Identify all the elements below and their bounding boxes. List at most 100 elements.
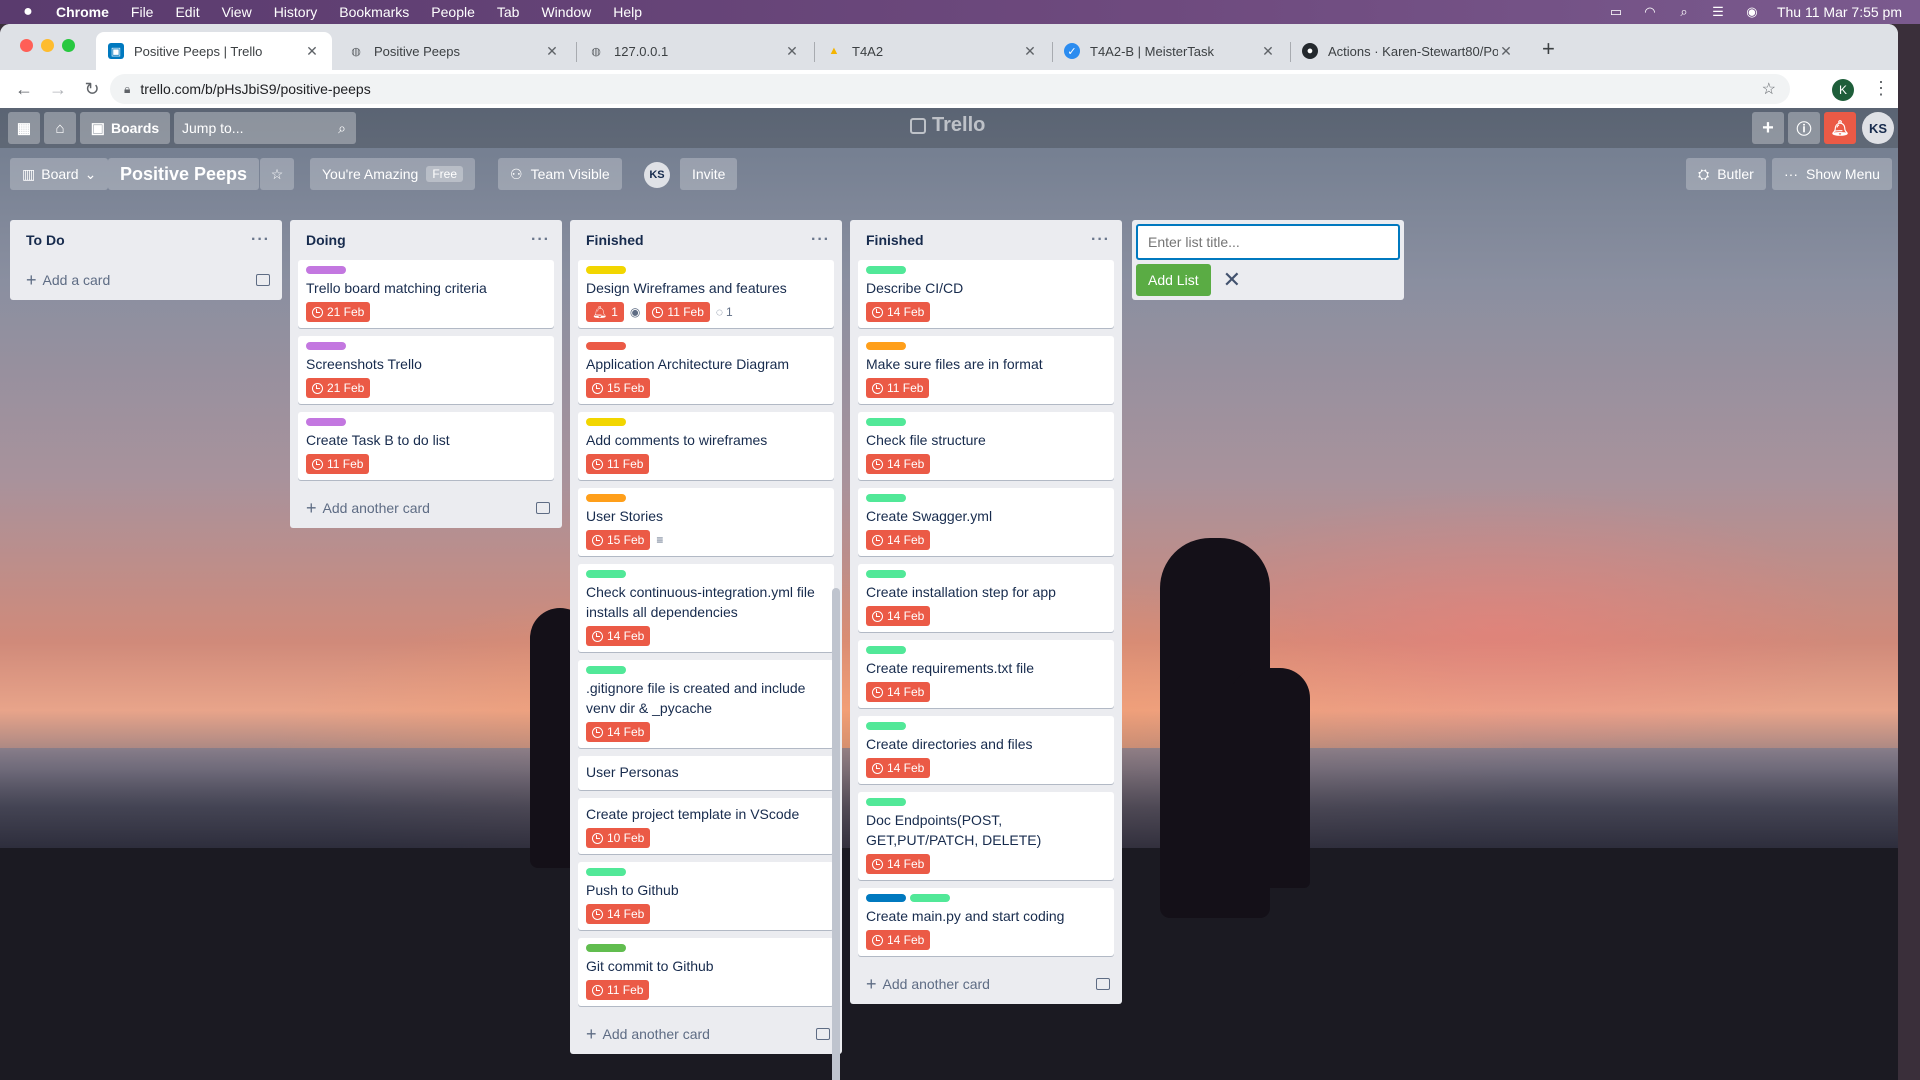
back-icon[interactable]: ← [14, 79, 34, 100]
card-label[interactable] [586, 570, 626, 578]
apple-menu-icon[interactable]: ● [0, 3, 56, 21]
card[interactable]: Create Task B to do list 11 Feb [298, 412, 554, 480]
control-center-icon[interactable]: ☰ [1709, 4, 1727, 19]
menu-people[interactable]: People [431, 4, 475, 20]
card-label[interactable] [586, 944, 626, 952]
card-label[interactable] [866, 494, 906, 502]
minimize-window-button[interactable] [41, 39, 54, 52]
card[interactable]: Application Architecture Diagram 15 Feb [578, 336, 834, 404]
add-card-button[interactable]: + Add another card [570, 1014, 842, 1054]
card-label[interactable] [586, 868, 626, 876]
card[interactable]: Check file structure 14 Feb [858, 412, 1114, 480]
chrome-menu-icon[interactable]: ⋮ [1872, 78, 1890, 99]
menu-file[interactable]: File [131, 4, 154, 20]
invite-button[interactable]: Invite [680, 158, 738, 190]
visibility-button[interactable]: ⚇ Team Visible [498, 158, 622, 190]
due-date-badge[interactable]: 11 Feb [586, 454, 650, 474]
menu-bookmarks[interactable]: Bookmarks [339, 4, 409, 20]
tab-github-actions[interactable]: ● Actions · Karen-Stewart80/Pos ✕ [1290, 32, 1526, 70]
forward-icon[interactable]: → [48, 79, 68, 100]
menu-edit[interactable]: Edit [175, 4, 199, 20]
due-date-badge[interactable]: 11 Feb [646, 302, 710, 322]
card-label[interactable] [306, 418, 346, 426]
user-avatar[interactable]: KS [1862, 112, 1894, 144]
tab-t4a2[interactable]: ▲ T4A2 ✕ [814, 32, 1050, 70]
bookmark-star-icon[interactable]: ☆ [1762, 79, 1776, 99]
add-card-button[interactable]: + Add another card [850, 964, 1122, 1004]
card-label[interactable] [866, 646, 906, 654]
list-menu-icon[interactable]: ··· [251, 231, 270, 249]
zoom-window-button[interactable] [62, 39, 75, 52]
due-date-badge[interactable]: 11 Feb [866, 378, 930, 398]
list-header[interactable]: To Do ··· [10, 220, 282, 260]
team-button[interactable]: You're Amazing Free [310, 158, 476, 190]
card[interactable]: Design Wireframes and features 🔔︎ 1 ◉ 11 Feb… [578, 260, 834, 328]
apps-grid-button[interactable]: ▦ [8, 112, 40, 144]
due-date-badge[interactable]: 21 Feb [306, 378, 371, 398]
close-window-button[interactable] [20, 39, 33, 52]
search-icon[interactable]: ⌕ [338, 120, 346, 137]
list-title[interactable]: Finished [586, 232, 811, 248]
card-label[interactable] [586, 666, 626, 674]
card[interactable]: Add comments to wireframes 11 Feb [578, 412, 834, 480]
list-title[interactable]: Doing [306, 232, 531, 248]
home-button[interactable]: ⌂ [44, 112, 76, 144]
show-menu-button[interactable]: ··· Show Menu [1772, 158, 1892, 190]
due-date-badge[interactable]: 21 Feb [306, 302, 371, 322]
list-scrollbar[interactable] [832, 588, 840, 1080]
member-avatar[interactable]: KS [644, 162, 670, 188]
lock-icon[interactable]: 🔒︎ [124, 82, 130, 97]
due-date-badge[interactable]: 14 Feb [866, 530, 931, 550]
menu-view[interactable]: View [222, 4, 252, 20]
menu-history[interactable]: History [274, 4, 318, 20]
due-date-badge[interactable]: 14 Feb [866, 854, 931, 874]
card-label[interactable] [866, 418, 906, 426]
trello-logo[interactable]: Trello [910, 114, 985, 137]
due-date-badge[interactable]: 14 Feb [866, 454, 931, 474]
notifications-button[interactable]: 🔔︎ [1824, 112, 1856, 144]
card-label[interactable] [866, 342, 906, 350]
jump-to-search[interactable]: Jump to... ⌕ [174, 112, 356, 144]
card[interactable]: Push to Github 14 Feb [578, 862, 834, 930]
add-card-button[interactable]: + Add a card [10, 260, 282, 300]
list-menu-icon[interactable]: ··· [811, 231, 830, 249]
card-label[interactable] [586, 494, 626, 502]
add-card-button[interactable]: + Add another card [290, 488, 562, 528]
card[interactable]: Check continuous-integration.yml file in… [578, 564, 834, 652]
card[interactable]: Create Swagger.yml 14 Feb [858, 488, 1114, 556]
due-date-badge[interactable]: 15 Feb [586, 530, 651, 550]
card[interactable]: Trello board matching criteria 21 Feb [298, 260, 554, 328]
add-list-button[interactable]: Add List [1136, 264, 1211, 296]
menu-window[interactable]: Window [541, 4, 591, 20]
close-tab-icon[interactable]: ✕ [1022, 43, 1038, 60]
menu-chrome[interactable]: Chrome [56, 4, 109, 20]
card[interactable]: Create installation step for app 14 Feb [858, 564, 1114, 632]
list-header[interactable]: Finished ··· [850, 220, 1122, 260]
due-date-badge[interactable]: 14 Feb [586, 904, 651, 924]
card[interactable]: Create requirements.txt file 14 Feb [858, 640, 1114, 708]
list-menu-icon[interactable]: ··· [1091, 231, 1110, 249]
close-icon[interactable]: ✕ [1223, 267, 1241, 293]
due-date-badge[interactable]: 14 Feb [866, 606, 931, 626]
card[interactable]: Screenshots Trello 21 Feb [298, 336, 554, 404]
reload-icon[interactable]: ↻ [82, 79, 102, 100]
profile-avatar[interactable]: K [1832, 79, 1854, 101]
list-title[interactable]: To Do [26, 232, 251, 248]
due-date-badge[interactable]: 14 Feb [866, 758, 931, 778]
due-date-badge[interactable]: 11 Feb [306, 454, 370, 474]
url-text[interactable]: trello.com/b/pHsJbiS9/positive-peeps [140, 81, 370, 97]
card-label[interactable] [866, 798, 906, 806]
new-tab-button[interactable]: + [1542, 38, 1555, 60]
due-date-badge[interactable]: 14 Feb [866, 682, 931, 702]
list-header[interactable]: Finished ··· [570, 220, 842, 260]
card[interactable]: Make sure files are in format 11 Feb [858, 336, 1114, 404]
list-header[interactable]: Doing ··· [290, 220, 562, 260]
create-button[interactable]: + [1752, 112, 1784, 144]
battery-icon[interactable]: ▭ [1607, 4, 1625, 19]
spotlight-icon[interactable]: ⌕ [1675, 4, 1693, 19]
card[interactable]: User Personas [578, 756, 834, 790]
due-date-badge[interactable]: 11 Feb [586, 980, 650, 1000]
due-date-badge[interactable]: 14 Feb [586, 626, 651, 646]
board-view-switcher[interactable]: ▥ Board ⌄ [10, 158, 109, 190]
list-menu-icon[interactable]: ··· [531, 231, 550, 249]
